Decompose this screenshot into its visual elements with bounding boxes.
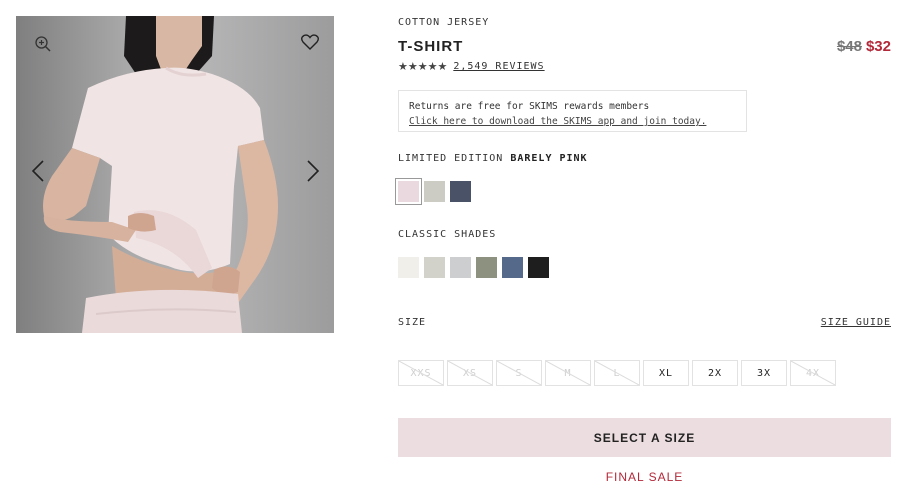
size-option-2x[interactable]: 2X [692,360,738,386]
limited-swatch-group [395,178,471,205]
size-option-xl[interactable]: XL [643,360,689,386]
size-option-l[interactable]: L [594,360,640,386]
classic-swatch-group [398,257,549,278]
selected-color-name: BARELY PINK [510,153,588,164]
limited-edition-label: LIMITED EDITION BARELY PINK [398,153,588,164]
color-swatch-light-sage[interactable] [424,257,445,278]
chevron-right-icon[interactable] [303,156,323,186]
classic-shades-label: CLASSIC SHADES [398,229,497,240]
unavailable-strike-icon [399,361,443,385]
product-image-gallery[interactable] [16,16,334,333]
product-category: COTTON JERSEY [398,17,490,28]
unavailable-strike-icon [546,361,590,385]
color-swatch-black[interactable] [528,257,549,278]
unavailable-strike-icon [595,361,639,385]
color-swatch-light-grey[interactable] [450,257,471,278]
size-label: SIZE [398,317,427,328]
product-title: T-SHIRT [398,38,464,55]
size-option-4x[interactable]: 4X [790,360,836,386]
unavailable-strike-icon [448,361,492,385]
reviews-link[interactable]: 2,549 REVIEWS [453,61,544,72]
product-price: $48 $32 [837,38,891,55]
original-price: $48 [836,38,862,55]
limited-edition-heading: LIMITED EDITION [398,153,504,164]
unavailable-strike-icon [497,361,541,385]
color-swatch-barely-pink[interactable] [395,178,422,205]
color-swatch-sage[interactable] [424,181,445,202]
final-sale-note: FINAL SALE [605,470,684,484]
download-app-link[interactable]: Click here to download the SKIMS app and… [409,114,736,129]
zoom-in-icon[interactable] [33,34,53,54]
product-photo [43,16,278,333]
color-swatch-olive[interactable] [476,257,497,278]
size-option-m[interactable]: M [545,360,591,386]
size-option-s[interactable]: S [496,360,542,386]
size-option-label: 3X [756,367,772,379]
color-swatch-slate-blue[interactable] [502,257,523,278]
select-size-button[interactable]: SELECT A SIZE [398,418,891,457]
color-swatch-cream[interactable] [398,257,419,278]
unavailable-strike-icon [791,361,835,385]
size-option-label: 2X [707,367,723,379]
chevron-left-icon[interactable] [28,156,48,186]
color-swatch-navy-slate[interactable] [450,181,471,202]
size-option-xs[interactable]: XS [447,360,493,386]
product-rating: ★★★★★ 2,549 REVIEWS [398,60,545,73]
rewards-promo-box: Returns are free for SKIMS rewards membe… [398,90,747,132]
size-options: XXSXSSML XL 2X 3X 4X [398,360,836,386]
sale-price: $32 [865,38,891,55]
heart-icon[interactable] [300,32,320,52]
size-guide-link[interactable]: SIZE GUIDE [821,317,891,328]
promo-text: Returns are free for SKIMS rewards membe… [409,101,650,112]
size-option-3x[interactable]: 3X [741,360,787,386]
size-option-label: XL [658,367,674,379]
size-option-xxs[interactable]: XXS [398,360,444,386]
star-rating-icon: ★★★★★ [398,61,448,73]
